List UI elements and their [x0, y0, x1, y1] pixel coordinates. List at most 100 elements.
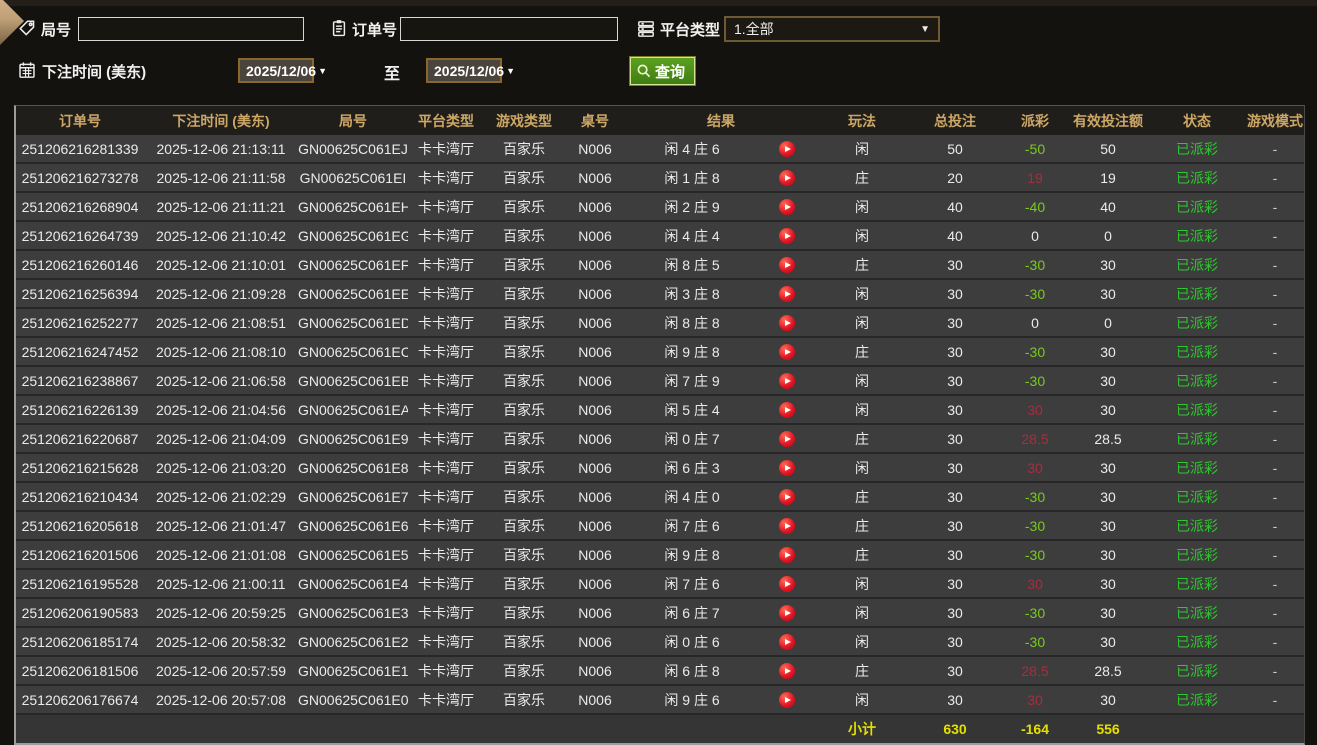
- cell-table-no: N006: [564, 337, 626, 367]
- play-video-icon[interactable]: [779, 198, 795, 215]
- date-to-picker[interactable]: 2025/12/06 ▼: [426, 58, 515, 83]
- result-wrap: 闲 5 庄 4: [626, 396, 816, 422]
- result-text: 闲 6 庄 8: [664, 662, 720, 679]
- result-text: 闲 6 庄 7: [664, 604, 720, 621]
- cell-game-mode: -: [1246, 337, 1304, 367]
- cell-game-type: 百家乐: [484, 395, 564, 425]
- query-button[interactable]: 查询: [630, 57, 696, 85]
- cell-table-no: N006: [564, 308, 626, 338]
- subtotal-empty: [1148, 713, 1246, 743]
- play-video-icon[interactable]: [779, 517, 795, 534]
- table-row: 251206216252277 2025-12-06 21:08:51 GN0062…: [16, 308, 1304, 338]
- cell-payout: 30: [1002, 395, 1068, 425]
- table-row: 251206206176674 2025-12-06 20:57:08 GN0062…: [16, 685, 1304, 715]
- cell-table-no: N006: [564, 627, 626, 657]
- cell-table-no: N006: [564, 366, 626, 396]
- game-no-input[interactable]: [78, 17, 304, 41]
- play-video-icon[interactable]: [779, 691, 795, 708]
- cell-table-no: N006: [564, 569, 626, 599]
- bet-records-table: 订单号 下注时间 (美东) 局号 平台类型 游戏类型 桌号 结果 玩法 总投注 派彩 有效投注额 状态…: [14, 105, 1305, 745]
- cell-status: 已派彩: [1148, 540, 1246, 570]
- play-video-icon[interactable]: [779, 227, 795, 244]
- play-video-icon[interactable]: [779, 314, 795, 331]
- cell-game-mode: -: [1246, 627, 1304, 657]
- cell-payout: 28.5: [1002, 424, 1068, 454]
- cell-game-no: GN00625C061E7: [298, 482, 408, 512]
- cell-bet-time: 2025-12-06 21:11:21: [144, 192, 298, 222]
- date-from-picker[interactable]: 2025/12/06 ▼: [238, 58, 327, 83]
- order-no-label: 订单号: [352, 22, 398, 39]
- play-video-icon[interactable]: [779, 662, 795, 679]
- play-video-icon[interactable]: [779, 285, 795, 302]
- play-cell: [758, 169, 816, 186]
- play-cell: [758, 459, 816, 476]
- cell-order-id: 251206216281339: [16, 135, 144, 164]
- result-text: 闲 4 庄 4: [664, 227, 720, 244]
- subtotal-payout: -164: [1002, 713, 1068, 743]
- cell-play-type: 庄: [816, 250, 908, 280]
- platform-type-select[interactable]: 1.全部 ▼: [724, 16, 940, 42]
- play-triangle: [785, 377, 791, 384]
- result-wrap: 闲 8 庄 5: [626, 251, 816, 277]
- cell-order-id: 251206216252277: [16, 308, 144, 338]
- play-video-icon[interactable]: [779, 169, 795, 186]
- cell-order-id: 251206216238867: [16, 366, 144, 396]
- cell-play-type: 庄: [816, 482, 908, 512]
- cell-result: 闲 7 庄 6: [626, 569, 816, 599]
- cell-status: 已派彩: [1148, 598, 1246, 628]
- play-cell: [758, 140, 816, 157]
- cell-game-mode: -: [1246, 395, 1304, 425]
- play-cell: [758, 546, 816, 563]
- cell-status: 已派彩: [1148, 366, 1246, 396]
- order-no-input[interactable]: [400, 17, 618, 41]
- top-strip: [0, 0, 1317, 6]
- play-video-icon[interactable]: [779, 256, 795, 273]
- cell-game-no: GN00625C061EJ: [298, 135, 408, 164]
- subtotal-empty: [1246, 713, 1304, 743]
- cell-game-type: 百家乐: [484, 308, 564, 338]
- play-video-icon[interactable]: [779, 575, 795, 592]
- cell-total-bet: 30: [908, 656, 1002, 686]
- cell-table-no: N006: [564, 482, 626, 512]
- cell-valid-bet: 30: [1068, 250, 1148, 280]
- result-text: 闲 8 庄 5: [664, 256, 720, 273]
- play-video-icon[interactable]: [779, 459, 795, 476]
- play-video-icon[interactable]: [779, 488, 795, 505]
- result-wrap: 闲 1 庄 8: [626, 164, 816, 190]
- play-video-icon[interactable]: [779, 401, 795, 418]
- play-triangle: [785, 261, 791, 268]
- cell-payout: -30: [1002, 627, 1068, 657]
- cell-status: 已派彩: [1148, 163, 1246, 193]
- table-row: 251206216220687 2025-12-06 21:04:09 GN0062…: [16, 424, 1304, 454]
- cell-status: 已派彩: [1148, 656, 1246, 686]
- bet-time-label: 下注时间 (美东): [42, 64, 147, 81]
- play-video-icon[interactable]: [779, 546, 795, 563]
- cell-table-no: N006: [564, 511, 626, 541]
- cell-game-no: GN00625C061E1: [298, 656, 408, 686]
- result-wrap: 闲 2 庄 9: [626, 193, 816, 219]
- play-cell: [758, 314, 816, 331]
- result-wrap: 闲 9 庄 8: [626, 338, 816, 364]
- cell-valid-bet: 19: [1068, 163, 1148, 193]
- cell-bet-time: 2025-12-06 21:04:56: [144, 395, 298, 425]
- cell-payout: 19: [1002, 163, 1068, 193]
- cell-payout: -30: [1002, 540, 1068, 570]
- play-video-icon[interactable]: [779, 343, 795, 360]
- cell-result: 闲 9 庄 8: [626, 540, 816, 570]
- cell-result: 闲 6 庄 7: [626, 598, 816, 628]
- cell-valid-bet: 30: [1068, 511, 1148, 541]
- play-video-icon[interactable]: [779, 140, 795, 157]
- play-video-icon[interactable]: [779, 372, 795, 389]
- play-video-icon[interactable]: [779, 633, 795, 650]
- calendar-icon: [18, 61, 36, 79]
- cell-bet-time: 2025-12-06 21:11:58: [144, 163, 298, 193]
- cell-status: 已派彩: [1148, 424, 1246, 454]
- cell-total-bet: 30: [908, 685, 1002, 715]
- cell-bet-time: 2025-12-06 21:03:20: [144, 453, 298, 483]
- cell-platform: 卡卡湾厅: [408, 135, 484, 164]
- play-triangle: [785, 348, 791, 355]
- column-header: 派彩: [1002, 106, 1068, 135]
- play-video-icon[interactable]: [779, 430, 795, 447]
- cell-platform: 卡卡湾厅: [408, 424, 484, 454]
- play-video-icon[interactable]: [779, 604, 795, 621]
